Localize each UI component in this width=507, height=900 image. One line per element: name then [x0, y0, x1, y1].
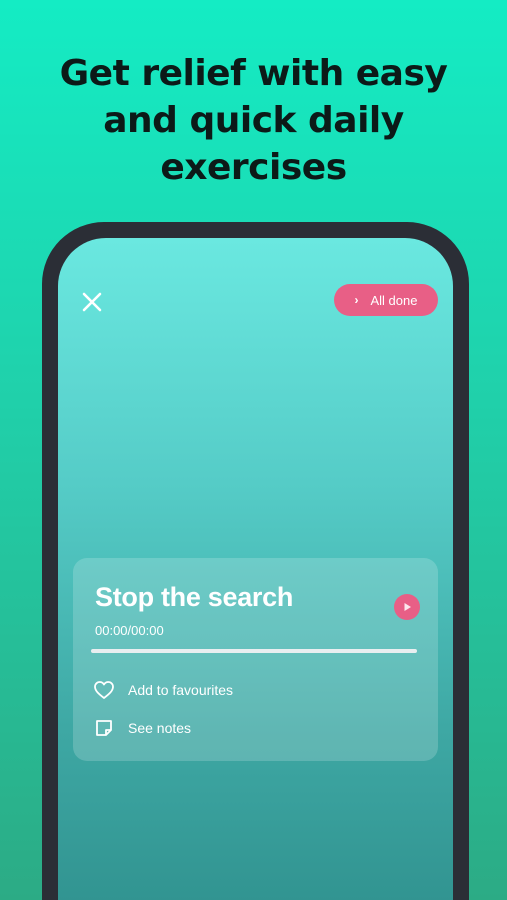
headline-line-1: Get relief with easy: [59, 53, 448, 94]
play-button[interactable]: [394, 594, 420, 620]
exercise-title: Stop the search: [95, 582, 294, 612]
all-done-label: All done: [370, 292, 418, 308]
close-icon: [82, 292, 102, 312]
exercise-time: 00:00/00:00: [95, 623, 164, 638]
phone-screen: › All done Stop the search 00:00/00:00 A…: [58, 238, 453, 900]
headline-line-3: exercises: [160, 147, 347, 188]
play-icon: [404, 603, 411, 611]
headline: Get relief with easy and quick daily exe…: [0, 50, 507, 191]
heart-icon: [93, 679, 115, 701]
add-to-favourites-label: Add to favourites: [128, 682, 234, 698]
note-icon: [93, 717, 115, 739]
see-notes-button[interactable]: See notes: [93, 717, 191, 739]
add-to-favourites-button[interactable]: Add to favourites: [93, 679, 233, 701]
headline-line-2: and quick daily: [103, 100, 404, 141]
all-done-button[interactable]: › All done: [334, 284, 438, 316]
phone-frame: › All done Stop the search 00:00/00:00 A…: [42, 222, 469, 900]
chevron-right-icon: ›: [354, 293, 359, 307]
close-button[interactable]: [80, 290, 104, 314]
exercise-card: Stop the search 00:00/00:00 Add to favou…: [73, 558, 438, 761]
see-notes-label: See notes: [128, 720, 192, 736]
progress-bar[interactable]: [91, 649, 417, 653]
